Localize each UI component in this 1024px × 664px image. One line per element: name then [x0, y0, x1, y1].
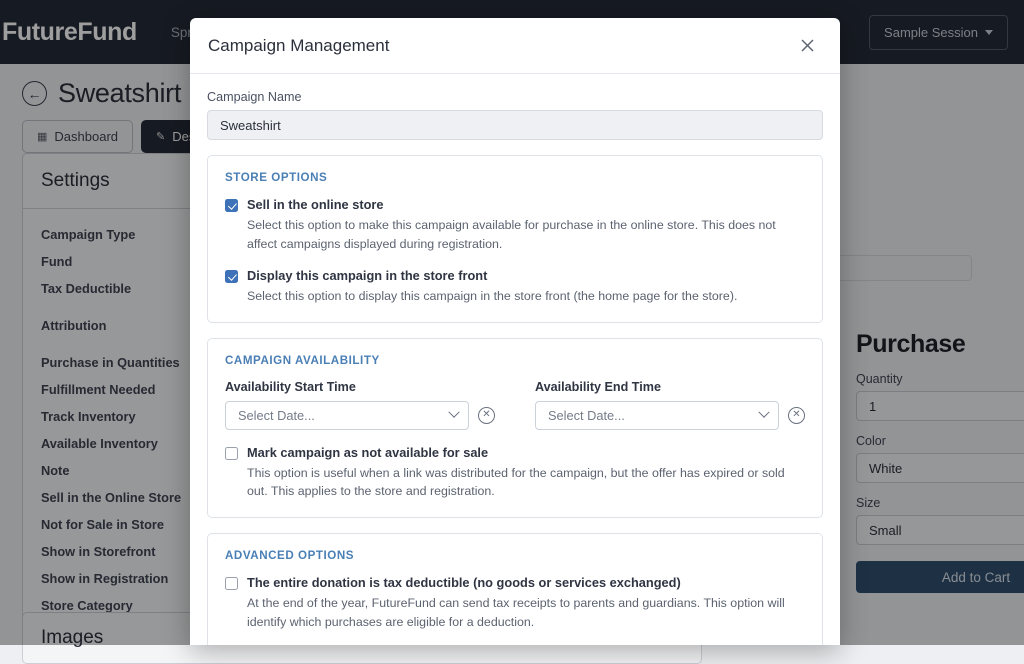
availability-date-row: Availability Start Time Select Date... ✕…: [225, 380, 805, 430]
modal-body: Campaign Name Sweatshirt STORE OPTIONS S…: [190, 74, 840, 645]
checkbox-display-in-store-front[interactable]: [225, 270, 238, 283]
availability-start-field: Availability Start Time Select Date... ✕: [225, 380, 495, 430]
availability-start-select[interactable]: Select Date...: [225, 401, 469, 430]
section-campaign-availability-title: CAMPAIGN AVAILABILITY: [225, 354, 805, 367]
option-title: The entire donation is tax deductible (n…: [247, 575, 805, 590]
section-campaign-availability: CAMPAIGN AVAILABILITY Availability Start…: [207, 338, 823, 519]
option-description: This option is useful when a link was di…: [247, 464, 805, 502]
option-description: Select this option to make this campaign…: [247, 216, 805, 254]
campaign-name-input[interactable]: Sweatshirt: [207, 110, 823, 140]
campaign-management-modal: Campaign Management Campaign Name Sweats…: [190, 18, 840, 645]
section-store-options-title: STORE OPTIONS: [225, 171, 805, 184]
option-text: Mark campaign as not available for sale …: [247, 445, 805, 502]
option-title: Display this campaign in the store front: [247, 268, 805, 283]
option-text: Sell in the online store Select this opt…: [247, 197, 805, 254]
modal-header: Campaign Management: [190, 18, 840, 74]
clear-circle-icon[interactable]: ✕: [478, 407, 495, 424]
close-icon[interactable]: [794, 33, 820, 59]
campaign-name-label: Campaign Name: [207, 90, 823, 104]
availability-end-field: Availability End Time Select Date... ✕: [535, 380, 805, 430]
clear-circle-icon[interactable]: ✕: [788, 407, 805, 424]
option-title: Sell in the online store: [247, 197, 805, 212]
option-description: At the end of the year, FutureFund can s…: [247, 594, 805, 632]
section-advanced-options-title: ADVANCED OPTIONS: [225, 549, 805, 562]
checkbox-sell-in-online-store[interactable]: [225, 199, 238, 212]
checkbox-mark-not-available[interactable]: [225, 447, 238, 460]
availability-start-label: Availability Start Time: [225, 380, 495, 394]
section-advanced-options: ADVANCED OPTIONS The entire donation is …: [207, 533, 823, 645]
option-sell-in-online-store[interactable]: Sell in the online store Select this opt…: [225, 197, 805, 254]
option-mark-not-available[interactable]: Mark campaign as not available for sale …: [225, 445, 805, 502]
option-title: Mark campaign as not available for sale: [247, 445, 805, 460]
option-display-in-store-front[interactable]: Display this campaign in the store front…: [225, 268, 805, 306]
option-text: The entire donation is tax deductible (n…: [247, 575, 805, 632]
option-text: Display this campaign in the store front…: [247, 268, 805, 306]
option-description: Select this option to display this campa…: [247, 287, 805, 306]
availability-start-inline: Select Date... ✕: [225, 401, 495, 430]
chevron-down-icon: [758, 407, 769, 418]
availability-end-placeholder: Select Date...: [548, 408, 625, 423]
option-entire-donation-tax-deductible[interactable]: The entire donation is tax deductible (n…: [225, 575, 805, 632]
availability-start-placeholder: Select Date...: [238, 408, 315, 423]
availability-end-label: Availability End Time: [535, 380, 805, 394]
checkbox-entire-donation-tax-deductible[interactable]: [225, 577, 238, 590]
availability-end-select[interactable]: Select Date...: [535, 401, 779, 430]
chevron-down-icon: [448, 407, 459, 418]
section-store-options: STORE OPTIONS Sell in the online store S…: [207, 155, 823, 323]
availability-end-inline: Select Date... ✕: [535, 401, 805, 430]
modal-title: Campaign Management: [208, 36, 389, 56]
